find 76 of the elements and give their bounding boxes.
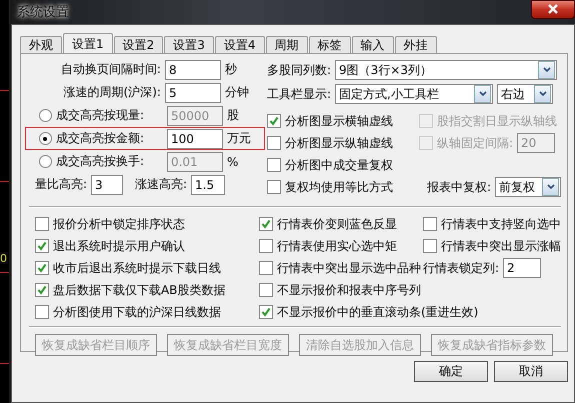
dropdown[interactable]: 固定方式,小工具栏	[335, 84, 493, 104]
tab[interactable]: 设置3	[164, 36, 214, 54]
checkbox[interactable]	[258, 217, 273, 231]
dropdown[interactable]: 9图（3行×3列）	[335, 60, 557, 80]
tab[interactable]: 设置4	[214, 36, 265, 54]
checkbox[interactable]	[34, 283, 49, 297]
close-icon	[548, 4, 558, 14]
checkbox-label: 不显示报价和报表中序号列	[276, 282, 421, 298]
input-field[interactable]: 5	[164, 82, 221, 102]
field-label: 行情表锁定列:	[422, 260, 499, 276]
field-label: 自动换页间隔时间:	[60, 61, 161, 78]
checkbox[interactable]	[34, 239, 49, 253]
checkbox[interactable]	[34, 261, 49, 275]
input-field[interactable]: 8	[164, 60, 221, 80]
checkbox[interactable]	[266, 158, 281, 172]
checkbox[interactable]	[258, 239, 273, 253]
radio-label: 成交高亮按换手:	[56, 153, 145, 170]
checkbox[interactable]	[266, 114, 281, 128]
checkbox-label: 分析图中成交量复权	[284, 156, 393, 174]
checkbox[interactable]	[266, 180, 281, 194]
unit-label: 股	[226, 107, 239, 124]
checkbox[interactable]	[34, 305, 49, 319]
tab[interactable]: 设置1	[62, 33, 113, 54]
close-button[interactable]	[531, 0, 575, 19]
checkbox-label: 报价分析中锁定排序状态	[52, 216, 185, 232]
checkbox[interactable]	[34, 217, 49, 231]
checkbox-label: 退出系统时提示用户确认	[52, 238, 185, 254]
checkbox-label: 纵轴固定间隔:	[436, 134, 513, 152]
checkbox-label: 分析图显示横轴虚线	[284, 112, 393, 130]
checkbox[interactable]	[422, 239, 437, 253]
field-label: 多股同列数:	[266, 62, 331, 78]
input-field[interactable]: 1.5	[191, 174, 226, 194]
field-label: 量比高亮:	[34, 176, 87, 193]
unit-label: %	[226, 154, 238, 168]
ok-button[interactable]: 确定	[414, 361, 488, 382]
input-field[interactable]: 2	[503, 258, 541, 278]
cancel-button[interactable]: 取消	[494, 361, 568, 382]
dropdown[interactable]: 右边	[497, 84, 553, 104]
unit-label: 秒	[224, 61, 237, 78]
field-label: 工具栏显示:	[266, 86, 331, 102]
input-field[interactable]: 3	[91, 174, 123, 194]
field-label: 涨速高亮:	[135, 176, 188, 193]
chart-label: 0	[0, 252, 7, 265]
checkbox-label: 分析图使用下载的沪深日线数据	[52, 304, 221, 320]
tab[interactable]: 输入	[352, 36, 394, 54]
checkbox[interactable]	[258, 261, 273, 275]
tab[interactable]: 外观	[20, 36, 62, 54]
checkbox[interactable]	[258, 283, 273, 297]
checkbox-label: 复权均使用等比方式	[284, 178, 393, 196]
radio-button[interactable]	[38, 132, 52, 145]
dropdown[interactable]: 前复权	[495, 177, 561, 197]
checkbox-label: 行情表中突出显示选中品种	[276, 260, 421, 276]
tab[interactable]: 周期	[266, 36, 308, 54]
checkbox-label: 盘后数据下载仅下载AB股类数据	[52, 282, 226, 298]
input-field[interactable]: 100	[166, 128, 223, 148]
field-label: 涨速的周期(沪深):	[62, 84, 161, 101]
window-title: 系统设置	[16, 3, 69, 21]
radio-label: 成交高亮按金额:	[56, 130, 145, 147]
checkbox-label: 行情表中支持竖向选中	[440, 216, 561, 232]
checkbox[interactable]	[258, 305, 273, 319]
unit-label: 万元	[226, 130, 251, 147]
checkbox-label: 不显示报价中的垂直滚动条(重进生效)	[276, 304, 478, 320]
checkbox-label: 收市后退出系统时提示下载日线	[52, 260, 221, 276]
field-label: 报表中复权:	[426, 178, 491, 196]
tab[interactable]: 标签	[308, 36, 351, 54]
checkbox-label: 行情表中突出显示涨幅	[440, 238, 561, 254]
tab[interactable]: 设置2	[114, 36, 164, 54]
checkbox-label: 行情表价变则蓝色反显	[276, 216, 397, 232]
checkbox-label: 股指交割日显示纵轴线	[436, 112, 557, 130]
unit-label: 分钟	[224, 84, 249, 101]
checkbox[interactable]	[422, 217, 437, 231]
radio-label: 成交高亮按现量:	[56, 107, 145, 124]
tab[interactable]: 外挂	[394, 36, 437, 54]
checkbox[interactable]	[266, 136, 281, 150]
checkbox-label: 分析图显示纵轴虚线	[284, 134, 393, 152]
checkbox-label: 行情表使用实心选中矩	[276, 238, 397, 254]
